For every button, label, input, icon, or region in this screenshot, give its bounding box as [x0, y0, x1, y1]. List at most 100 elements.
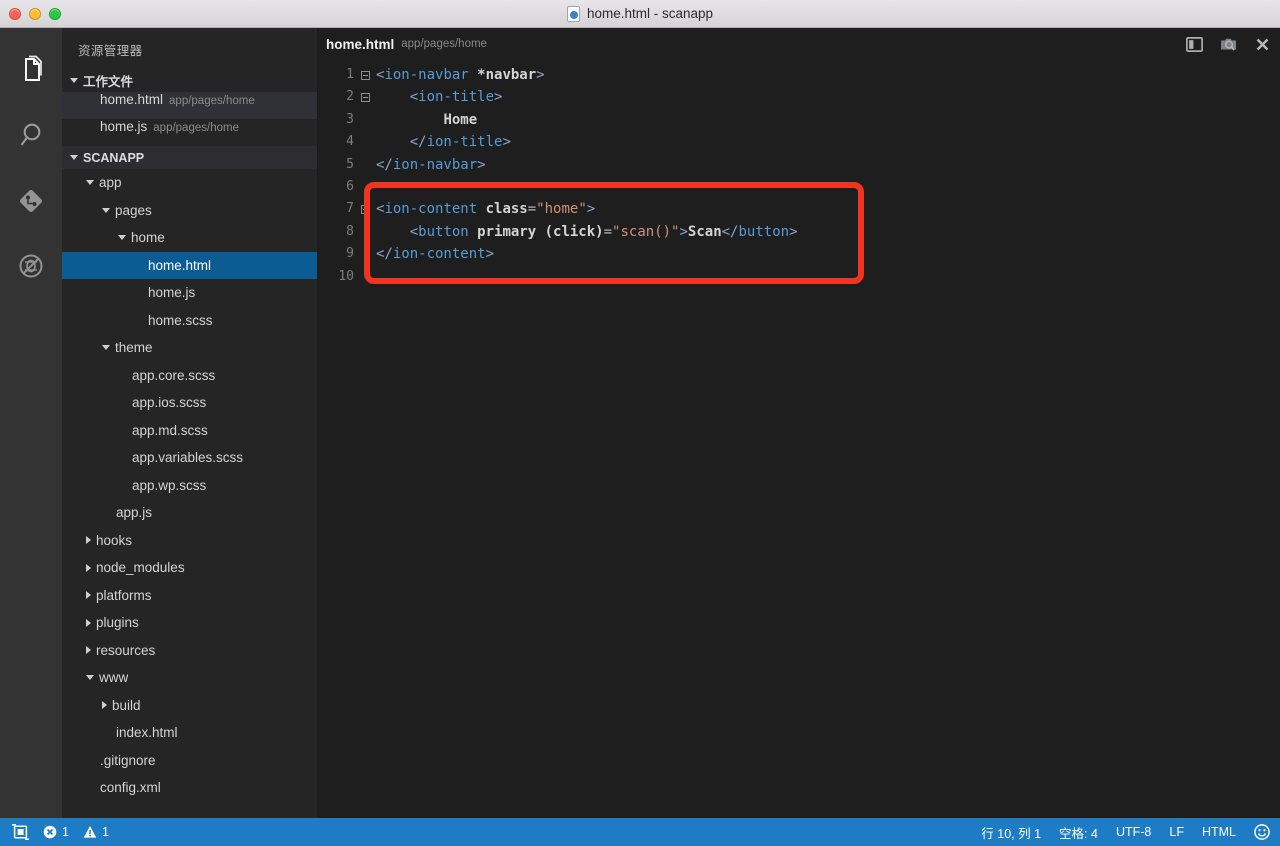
status-language-mode[interactable]: HTML — [1202, 825, 1236, 839]
tree-file-row[interactable]: config.xml — [62, 774, 317, 802]
close-window-button[interactable] — [9, 7, 21, 20]
editor-file-name: home.html — [326, 36, 395, 52]
activity-source-control-button[interactable] — [0, 168, 62, 233]
minimize-window-button[interactable] — [29, 7, 41, 20]
tree-folder-row[interactable]: plugins — [62, 609, 317, 637]
status-indentation[interactable]: 空格: 4 — [1059, 823, 1098, 842]
code-editor[interactable]: 1 <ion-navbar *navbar> 2 <ion-title> 3 Home… — [318, 60, 1280, 818]
tree-file-row[interactable]: app.wp.scss — [62, 472, 317, 500]
error-icon — [43, 825, 57, 839]
file-tree: app pages home home.html home.js home.scss the… — [62, 169, 317, 818]
open-preview-icon[interactable] — [1220, 36, 1238, 52]
tree-file-row[interactable]: app.variables.scss — [62, 444, 317, 472]
working-files-header[interactable]: 工作文件 — [62, 69, 317, 92]
tree-folder-row[interactable]: www — [62, 664, 317, 692]
tree-item-label: app — [99, 175, 122, 191]
code-line-text: </ion-navbar> — [376, 156, 486, 173]
status-bar-left: 1 1 — [12, 824, 109, 840]
search-icon — [16, 121, 46, 151]
tree-item-label: app.core.scss — [132, 367, 216, 383]
tree-folder-row[interactable]: home — [62, 224, 317, 252]
status-warnings[interactable]: 1 — [83, 825, 109, 839]
line-number: 5 — [346, 156, 354, 172]
files-icon — [16, 55, 46, 87]
code-line-text: </ion-content> — [376, 246, 495, 263]
line-number: 2 — [346, 89, 354, 105]
close-icon[interactable] — [1255, 37, 1270, 52]
chevron-right-icon — [86, 563, 91, 572]
tree-folder-row[interactable]: build — [62, 692, 317, 720]
project-label: SCANAPP — [83, 150, 145, 165]
tree-file-row[interactable]: app.md.scss — [62, 417, 317, 445]
tree-folder-row[interactable]: app — [62, 169, 317, 197]
tree-item-label: platforms — [96, 587, 152, 603]
code-line: 1 <ion-navbar *navbar> — [318, 64, 1280, 86]
code-line: 4 </ion-title> — [318, 131, 1280, 153]
working-file-path: app/pages/home — [169, 95, 255, 107]
tree-file-row[interactable]: home.scss — [62, 307, 317, 335]
tree-item-label: app.variables.scss — [132, 450, 244, 466]
chevron-right-icon — [86, 646, 91, 655]
tree-folder-row[interactable]: hooks — [62, 527, 317, 555]
status-encoding[interactable]: UTF-8 — [1116, 825, 1151, 839]
line-number: 3 — [346, 111, 354, 127]
tree-file-row[interactable]: app.core.scss — [62, 362, 317, 390]
tree-file-row[interactable]: home.html — [62, 251, 317, 279]
debug-icon — [16, 251, 46, 281]
smiley-icon[interactable] — [1254, 824, 1270, 840]
chevron-down-icon — [102, 345, 110, 351]
status-eol[interactable]: LF — [1169, 825, 1184, 839]
tree-folder-row[interactable]: pages — [62, 197, 317, 225]
activity-explorer-button[interactable] — [0, 38, 62, 103]
working-file-item[interactable]: home.js app/pages/home — [62, 119, 317, 146]
tree-item-label: app.js — [116, 505, 153, 521]
warning-count: 1 — [101, 825, 109, 839]
split-editor-icon[interactable] — [1186, 36, 1203, 52]
activity-debug-button[interactable] — [0, 233, 62, 298]
vscode-window: home.html - scanapp 资源管理器 工作文件 home.html… — [0, 0, 1280, 846]
tree-file-row[interactable]: home.js — [62, 279, 317, 307]
working-files-label: 工作文件 — [83, 75, 134, 89]
remote-window-icon[interactable] — [12, 824, 29, 840]
fold-toggle-icon[interactable] — [354, 205, 376, 215]
tree-item-label: hooks — [96, 532, 133, 548]
code-line: 10 — [318, 266, 1280, 288]
html-file-icon — [566, 5, 580, 22]
tree-folder-row[interactable]: node_modules — [62, 554, 317, 582]
zoom-window-button[interactable] — [49, 7, 61, 20]
tree-folder-row[interactable]: theme — [62, 334, 317, 362]
code-line: 6 — [318, 176, 1280, 198]
tree-item-label: www — [99, 670, 129, 686]
editor-pane: home.html app/pages/home 1 <ion-navbar *… — [318, 28, 1280, 818]
tree-file-row[interactable]: .gitignore — [62, 747, 317, 775]
code-line: 5 </ion-navbar> — [318, 154, 1280, 176]
activity-search-button[interactable] — [0, 103, 62, 168]
line-number: 10 — [338, 268, 354, 284]
project-header[interactable]: SCANAPP — [62, 146, 317, 169]
chevron-right-icon — [86, 536, 91, 545]
tree-folder-row[interactable]: resources — [62, 637, 317, 665]
line-number: 6 — [346, 178, 354, 194]
tree-folder-row[interactable]: platforms — [62, 582, 317, 610]
working-file-item[interactable]: home.html app/pages/home — [62, 92, 317, 119]
fold-toggle-icon[interactable] — [354, 93, 376, 103]
chevron-down-icon — [70, 155, 78, 160]
workbench: 资源管理器 工作文件 home.html app/pages/home home.j… — [0, 28, 1280, 818]
status-cursor-position[interactable]: 行 10, 列 1 — [981, 823, 1041, 842]
tree-item-label: resources — [96, 642, 156, 658]
code-line-text: <ion-content class="home"> — [376, 201, 596, 218]
working-file-name: home.html — [100, 92, 164, 107]
code-line: 7 <ion-content class="home"> — [318, 198, 1280, 220]
tree-file-row[interactable]: app.ios.scss — [62, 389, 317, 417]
fold-toggle-icon[interactable] — [354, 70, 376, 80]
line-number: 1 — [346, 67, 354, 82]
tree-item-label: home — [131, 230, 165, 246]
tree-file-row[interactable]: index.html — [62, 719, 317, 747]
tree-item-label: home.html — [148, 257, 212, 273]
status-errors[interactable]: 1 — [43, 825, 69, 839]
tree-item-label: plugins — [96, 615, 139, 631]
tree-item-label: index.html — [116, 725, 178, 741]
working-file-path: app/pages/home — [153, 122, 239, 134]
tree-file-row[interactable]: app.js — [62, 499, 317, 527]
code-line: 9 </ion-content> — [318, 243, 1280, 265]
